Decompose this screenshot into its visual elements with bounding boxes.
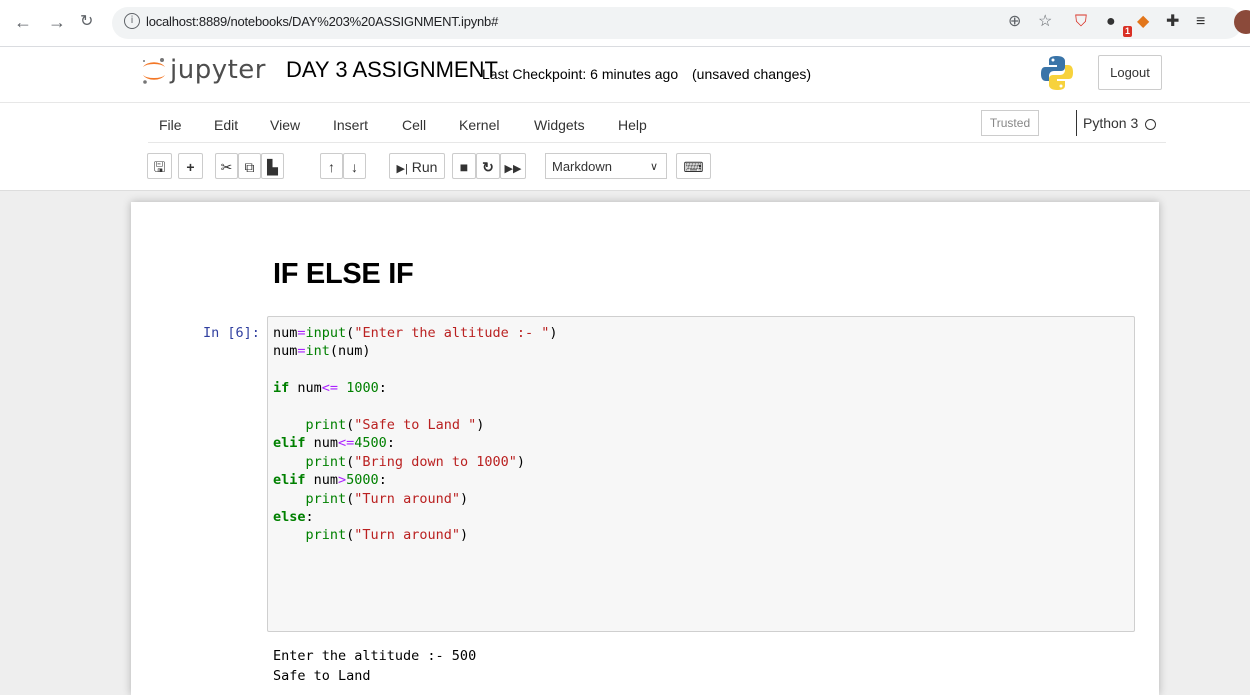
cut-button[interactable]: ✂ [215, 153, 238, 179]
extensions-puzzle-icon[interactable]: ✚ [1166, 12, 1179, 32]
fast-forward-icon: ▶▶ [504, 163, 522, 175]
cell-type-value: Markdown [552, 159, 612, 174]
move-up-button[interactable]: ↑ [320, 153, 343, 179]
checkpoint-status: Last Checkpoint: 6 minutes ago [482, 66, 679, 82]
forward-icon[interactable]: → [48, 10, 66, 34]
back-icon[interactable]: ← [14, 10, 32, 34]
code-line: print("Safe to Land ") [305, 416, 485, 433]
copy-icon: ⧉ [244, 159, 255, 175]
run-label: Run [411, 159, 438, 175]
command-palette-button[interactable]: ⌨ [676, 153, 711, 179]
input-prompt: In [6]: [203, 325, 260, 341]
insert-cell-button[interactable]: + [178, 153, 203, 179]
output-line: Enter the altitude :- 500 [273, 648, 477, 664]
arrow-down-icon: ↓ [351, 159, 358, 175]
code-editor[interactable]: num=input("Enter the altitude :- ") num=i… [273, 324, 558, 545]
code-line: elif num>5000: [273, 472, 387, 489]
save-icon: 🖫 [153, 159, 166, 175]
code-line: print("Turn around") [305, 527, 469, 544]
restart-icon: ↻ [482, 159, 494, 175]
arrow-up-icon: ↑ [328, 159, 335, 175]
output-line: Safe to Land [273, 668, 371, 684]
reload-icon[interactable]: ↻ [80, 10, 93, 34]
menu-edit[interactable]: Edit [214, 117, 238, 133]
code-line: if num<= 1000: [273, 380, 387, 397]
paste-button[interactable]: ▙ [261, 153, 284, 179]
url-text[interactable]: localhost:8889/notebooks/DAY%203%20ASSIG… [146, 14, 498, 29]
python-logo-icon [1041, 56, 1073, 90]
menu-view[interactable]: View [270, 117, 300, 133]
interrupt-button[interactable]: ■ [452, 153, 476, 179]
step-forward-icon: ▶| [396, 163, 408, 175]
cell-output: Enter the altitude :- 500 Safe to Land [273, 646, 476, 686]
copy-button[interactable]: ⧉ [238, 153, 261, 179]
save-button[interactable]: 🖫 [147, 153, 172, 179]
paste-icon: ▙ [267, 159, 278, 175]
notebook-name[interactable]: DAY 3 ASSIGNMENT [286, 57, 498, 83]
logout-button[interactable]: Logout [1098, 55, 1162, 90]
restart-run-all-button[interactable]: ▶▶ [500, 153, 526, 179]
run-button[interactable]: ▶| Run [389, 153, 445, 179]
autosave-status: (unsaved changes) [692, 66, 812, 82]
plus-icon: + [186, 159, 195, 175]
move-down-button[interactable]: ↓ [343, 153, 366, 179]
code-line: elif num<=4500: [273, 435, 395, 452]
kernel-indicator[interactable]: Python 3 [1076, 110, 1157, 136]
code-line: print("Bring down to 1000") [305, 453, 525, 470]
menu-cell[interactable]: Cell [402, 117, 426, 133]
menu-kernel[interactable]: Kernel [459, 117, 499, 133]
kernel-name: Python 3 [1083, 115, 1139, 131]
kernel-idle-icon [1145, 118, 1157, 130]
code-line: else: [273, 508, 314, 525]
markdown-cell-heading[interactable]: IF ELSE IF [273, 258, 414, 291]
cell-type-select[interactable]: Markdown ∨ [545, 153, 667, 179]
jupyter-logo-icon[interactable] [141, 56, 167, 86]
extension-badge: 1 [1123, 26, 1133, 37]
code-line: num=input("Enter the altitude :- ") [273, 325, 558, 341]
zoom-icon[interactable]: ⊕ [1008, 12, 1021, 32]
code-line: print("Turn around") [305, 490, 469, 507]
restart-button[interactable]: ↻ [476, 153, 500, 179]
extension-icon[interactable]: ● [1106, 12, 1116, 32]
trusted-indicator[interactable]: Trusted [981, 110, 1039, 136]
info-icon[interactable]: i [124, 13, 140, 29]
reading-list-icon[interactable]: ≡ [1196, 12, 1205, 32]
pocket-extension-icon[interactable]: ⛉ [1075, 12, 1087, 32]
menu-widgets[interactable]: Widgets [534, 117, 585, 133]
code-line: num=int(num) [273, 343, 371, 360]
keyboard-icon: ⌨ [683, 159, 704, 175]
bookmark-star-icon[interactable]: ☆ [1038, 12, 1052, 32]
menu-help[interactable]: Help [618, 117, 647, 133]
metamask-extension-icon[interactable]: ◆ [1137, 12, 1149, 32]
chevron-down-icon: ∨ [649, 161, 658, 173]
menu-insert[interactable]: Insert [333, 117, 368, 133]
stop-icon: ■ [459, 159, 469, 175]
jupyter-wordmark[interactable]: jupyter [170, 55, 266, 85]
scissors-icon: ✂ [220, 159, 233, 175]
menu-file[interactable]: File [159, 117, 182, 133]
